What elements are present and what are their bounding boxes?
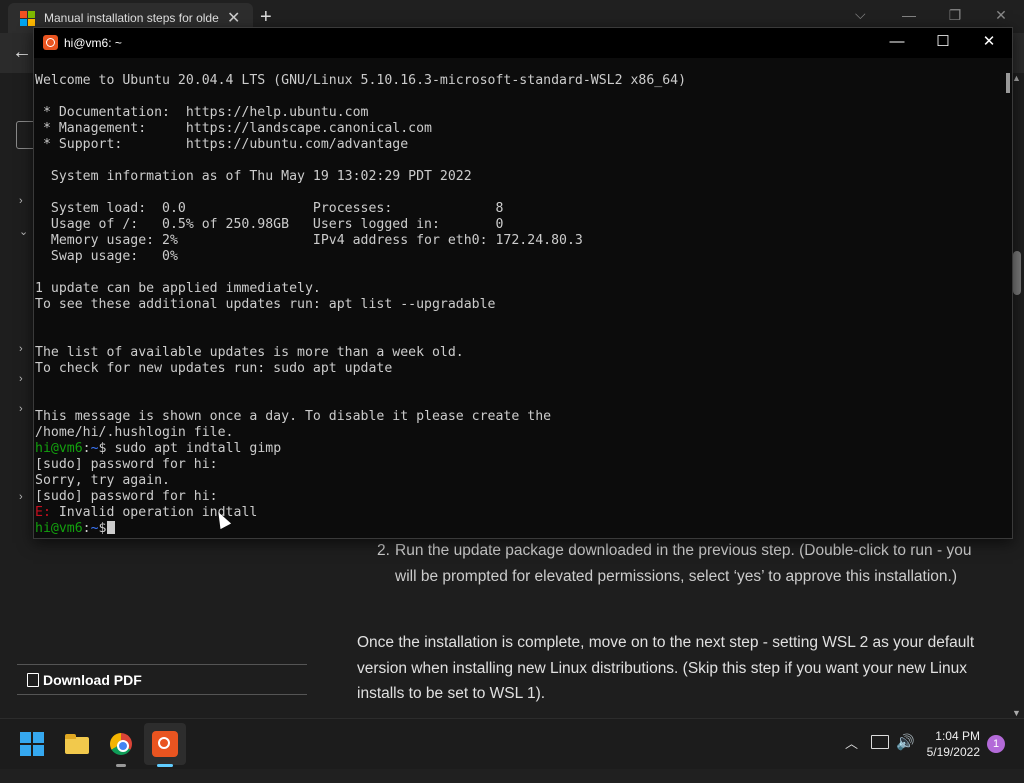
- toc-chevron-icon[interactable]: ›: [19, 403, 23, 415]
- terminal-maximize-button[interactable]: ☐: [920, 28, 966, 58]
- output-line: Sorry, try again.: [35, 473, 170, 488]
- toc-chevron-icon[interactable]: ›: [19, 343, 23, 355]
- prompt-path: ~: [90, 441, 99, 456]
- toc-chevron-icon[interactable]: ›: [19, 491, 23, 503]
- terminal-title: hi@vm6: ~: [64, 36, 122, 50]
- prompt-separator: :: [82, 441, 91, 456]
- download-pdf-link[interactable]: Download PDF: [27, 672, 142, 688]
- command-text: sudo apt indtall gimp: [106, 441, 282, 456]
- divider: [17, 694, 307, 695]
- output-line: 1 update can be applied immediately.: [35, 281, 321, 296]
- ubuntu-taskbar-button[interactable]: [144, 723, 186, 765]
- microsoft-logo-icon: [20, 11, 35, 26]
- text-cursor: [106, 521, 115, 534]
- terminal-minimize-button[interactable]: —: [874, 28, 920, 58]
- tab-title: Manual installation steps for older vers…: [44, 11, 219, 25]
- windows-start-icon[interactable]: [16, 728, 48, 760]
- terminal-scrollbar-thumb[interactable]: [1006, 73, 1010, 93]
- output-line: Swap usage: 0%: [35, 249, 178, 264]
- terminal-window[interactable]: hi@vm6: ~ — ☐ ✕ Welcome to Ubuntu 20.04.…: [33, 27, 1013, 539]
- output-line: Memory usage: 2% IPv4 address for eth0: …: [35, 233, 583, 248]
- output-line: This message is shown once a day. To dis…: [35, 409, 552, 424]
- output-line: * Support: https://ubuntu.com/advantage: [35, 137, 409, 152]
- error-prefix: E:: [35, 505, 51, 520]
- toc-chevron-icon[interactable]: ⌄: [19, 225, 28, 238]
- volume-icon[interactable]: 🔊: [896, 733, 915, 783]
- toc-chevron-icon[interactable]: ›: [19, 195, 23, 207]
- pdf-icon: [27, 673, 39, 687]
- output-line: * Documentation: https://help.ubuntu.com: [35, 105, 369, 120]
- terminal-output[interactable]: Welcome to Ubuntu 20.04.4 LTS (GNU/Linux…: [34, 73, 996, 537]
- clock[interactable]: 1:04 PM 5/19/2022: [918, 728, 980, 760]
- prompt-line[interactable]: hi@vm6:~$: [35, 521, 115, 537]
- active-indicator: [157, 764, 173, 767]
- step-text: Run the update package downloaded in the…: [395, 542, 972, 585]
- chrome-icon[interactable]: [105, 728, 137, 760]
- ubuntu-icon: [43, 35, 58, 50]
- prompt-dollar: $: [98, 441, 107, 456]
- output-line: [sudo] password for hi:: [35, 489, 218, 504]
- terminal-window-controls: — ☐ ✕: [874, 28, 1012, 58]
- file-explorer-icon[interactable]: [61, 728, 93, 760]
- output-line: Welcome to Ubuntu 20.04.4 LTS (GNU/Linux…: [35, 73, 687, 88]
- tab-list-chevron-icon[interactable]: ⌵: [855, 6, 866, 23]
- show-hidden-icons-chevron-icon[interactable]: ︿: [845, 733, 858, 783]
- terminal-titlebar[interactable]: hi@vm6: ~ — ☐ ✕: [34, 28, 1012, 58]
- output-line: To see these additional updates run: apt…: [35, 297, 496, 312]
- tab-close-icon[interactable]: ✕: [227, 8, 240, 28]
- taskbar: ︿ 🔊 1:04 PM 5/19/2022 1: [0, 718, 1024, 769]
- divider: [17, 664, 307, 665]
- network-icon[interactable]: [871, 735, 889, 749]
- clock-time: 1:04 PM: [935, 729, 980, 743]
- new-tab-button[interactable]: +: [260, 6, 272, 29]
- clock-date: 5/19/2022: [926, 745, 980, 759]
- scrollbar-thumb[interactable]: [1013, 251, 1021, 295]
- prompt-user: hi@vm6: [35, 521, 83, 536]
- terminal-close-button[interactable]: ✕: [966, 28, 1012, 58]
- output-line: Usage of /: 0.5% of 250.98GB Users logge…: [35, 217, 504, 232]
- output-line: /home/hi/.hushlogin file.: [35, 425, 234, 440]
- notification-badge[interactable]: 1: [987, 735, 1005, 753]
- scroll-up-icon[interactable]: ▲: [1012, 73, 1021, 83]
- output-line: System load: 0.0 Processes: 8: [35, 201, 504, 216]
- output-line: * Management: https://landscape.canonica…: [35, 121, 432, 136]
- command-line: hi@vm6:~$ sudo apt indtall gimp: [35, 441, 281, 457]
- prompt-dollar: $: [98, 521, 107, 536]
- prompt-separator: :: [82, 521, 91, 536]
- prompt-user: hi@vm6: [35, 441, 83, 456]
- back-arrow-icon[interactable]: ←: [12, 41, 32, 64]
- step-number: 2.: [377, 542, 390, 559]
- scroll-down-icon[interactable]: ▼: [1012, 708, 1021, 718]
- running-indicator: [116, 764, 126, 767]
- output-line: To check for new updates run: sudo apt u…: [35, 361, 393, 376]
- output-line: The list of available updates is more th…: [35, 345, 464, 360]
- output-line: System information as of Thu May 19 13:0…: [35, 169, 472, 184]
- download-pdf-label: Download PDF: [43, 672, 142, 688]
- output-line: [sudo] password for hi:: [35, 457, 218, 472]
- article-paragraph: Once the installation is complete, move …: [357, 634, 975, 702]
- toc-chevron-icon[interactable]: ›: [19, 373, 23, 385]
- prompt-path: ~: [90, 521, 99, 536]
- ubuntu-icon: [152, 731, 178, 757]
